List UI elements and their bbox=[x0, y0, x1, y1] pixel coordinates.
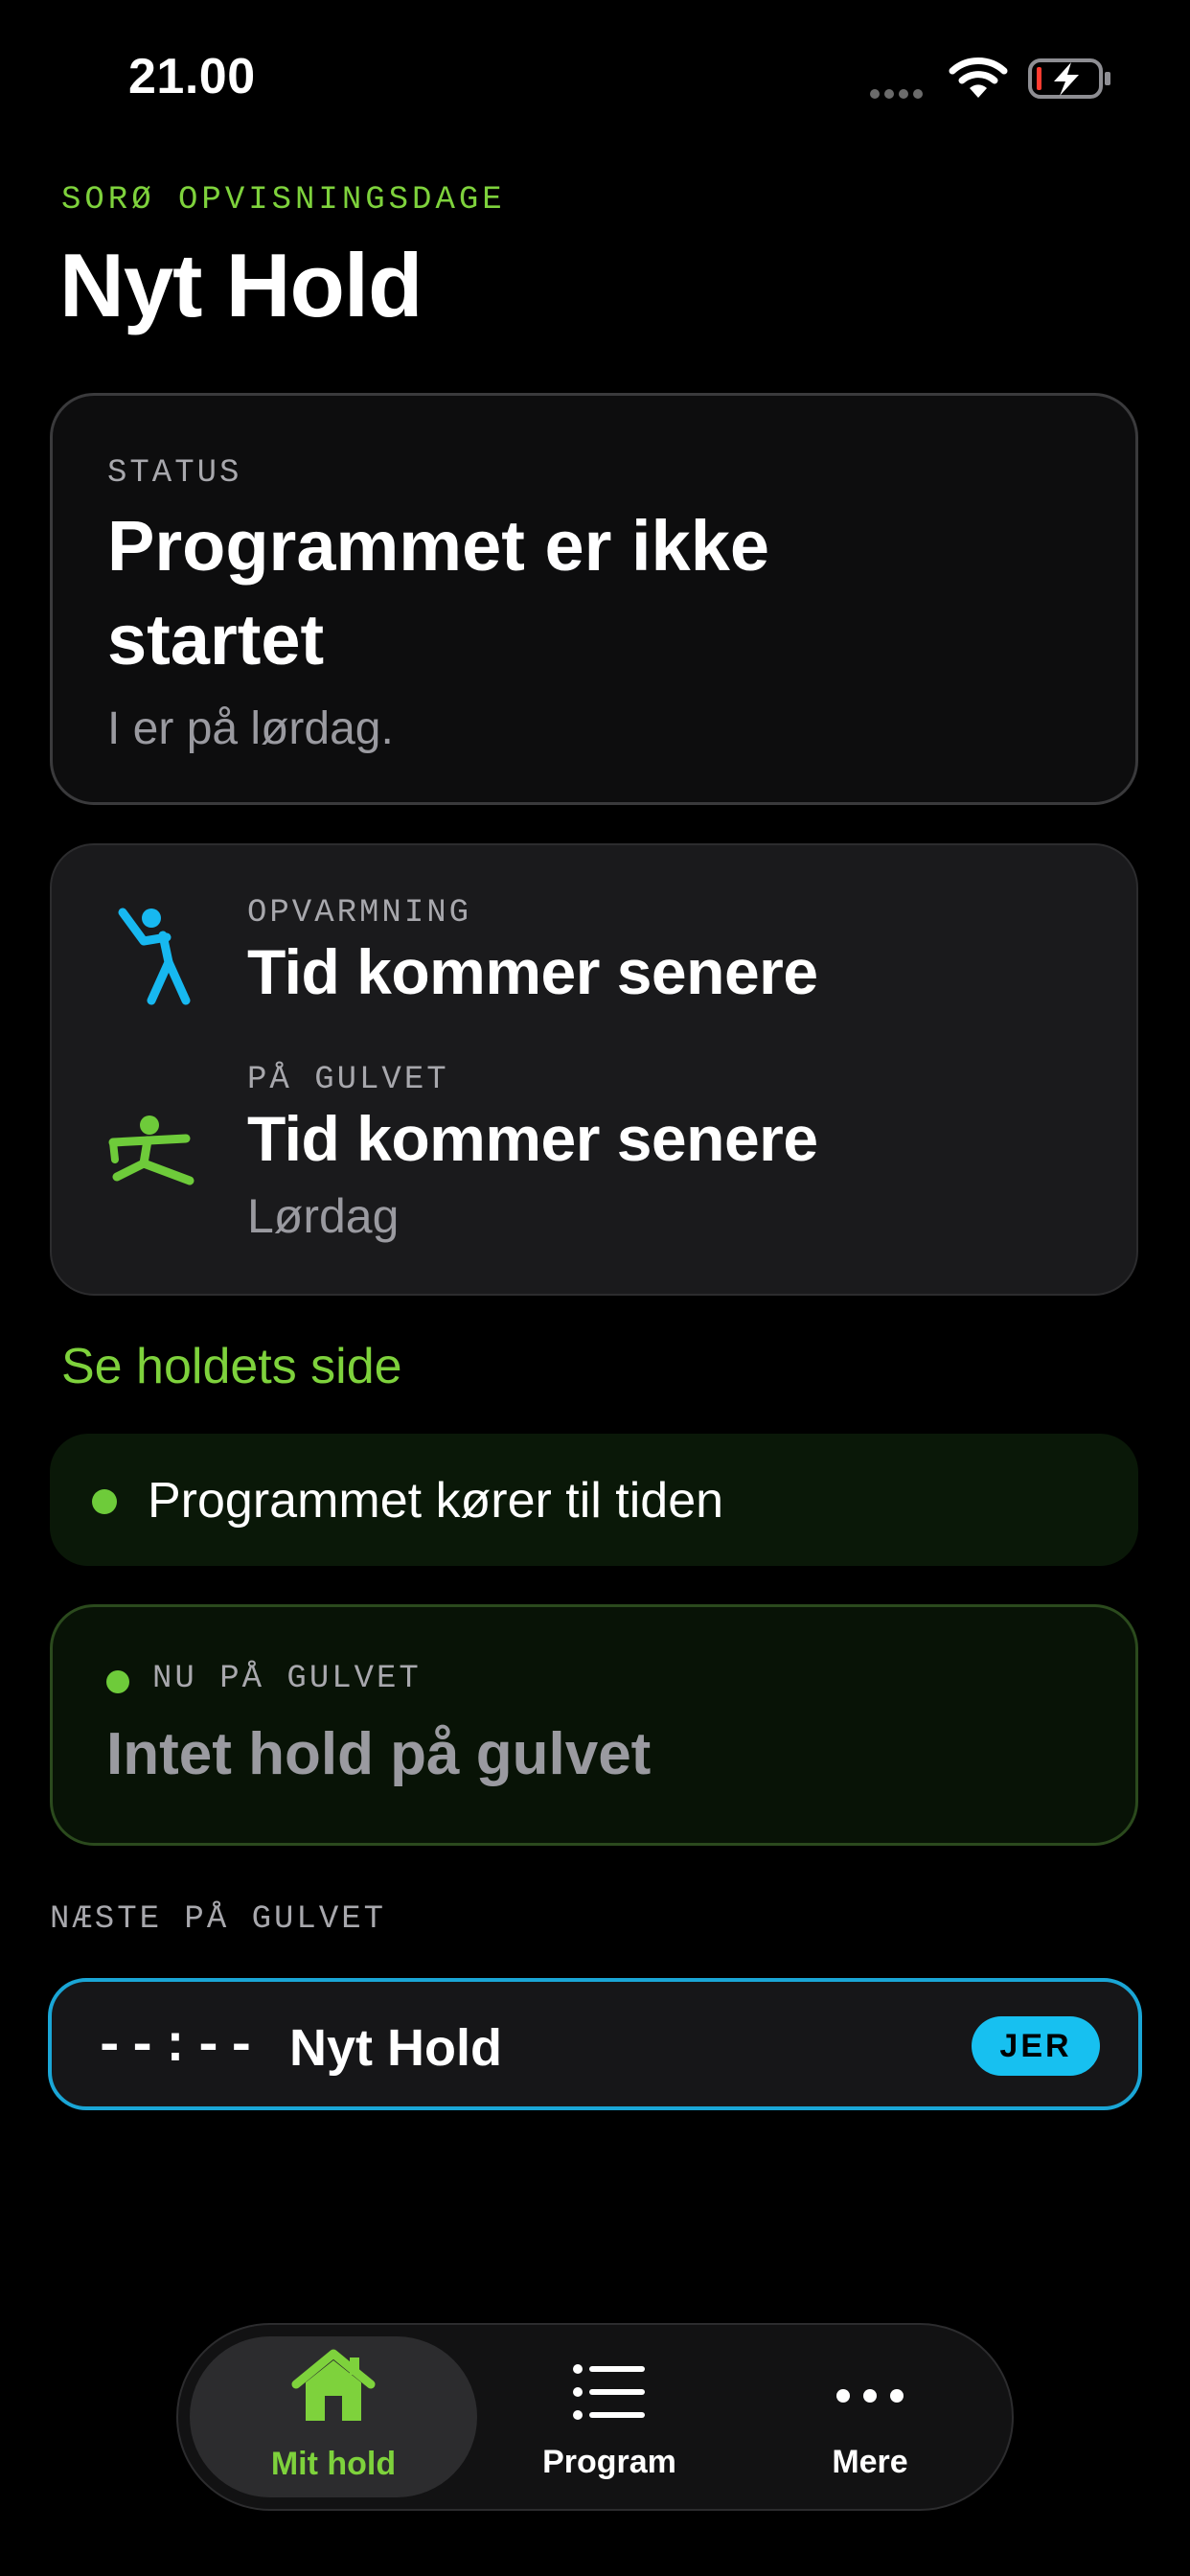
live-dot bbox=[106, 1670, 129, 1693]
home-icon bbox=[291, 2349, 376, 2421]
tab-label: Program bbox=[542, 2444, 676, 2480]
next-item-time: --:-- bbox=[94, 2018, 260, 2077]
gymnast-icon bbox=[105, 1114, 197, 1201]
stretch-icon bbox=[113, 905, 194, 1013]
tab-mere[interactable]: Mere bbox=[765, 2325, 975, 2509]
list-icon bbox=[573, 2364, 645, 2420]
floor-day: Lørdag bbox=[247, 1189, 400, 1243]
times-card: OPVARMNING Tid kommer senere PÅ GULVET T… bbox=[50, 843, 1138, 1296]
schedule-status-text: Programmet kører til tiden bbox=[148, 1473, 724, 1529]
now-on-floor-label: NU PÅ GULVET bbox=[152, 1661, 422, 1697]
wifi-icon bbox=[949, 56, 1008, 104]
warmup-time: Tid kommer senere bbox=[247, 936, 818, 1007]
team-page-link[interactable]: Se holdets side bbox=[61, 1338, 402, 1395]
now-on-floor-card: NU PÅ GULVET Intet hold på gulvet bbox=[50, 1604, 1138, 1846]
event-name: SORØ OPVISNINGSDAGE bbox=[61, 182, 506, 218]
floor-time: Tid kommer senere bbox=[247, 1103, 818, 1174]
cellular-signal-icon bbox=[870, 86, 927, 104]
next-on-floor-heading: NÆSTE PÅ GULVET bbox=[50, 1901, 387, 1938]
tab-mit-hold[interactable]: Mit hold bbox=[190, 2336, 477, 2497]
status-dot bbox=[92, 1489, 117, 1514]
status-subtext: I er på lørdag. bbox=[107, 703, 394, 754]
tab-label: Mit hold bbox=[270, 2446, 397, 2482]
status-bar-time: 21.00 bbox=[128, 49, 256, 104]
status-headline: Programmet er ikke startet bbox=[107, 506, 770, 679]
own-team-badge: JER bbox=[972, 2016, 1100, 2076]
status-label: STATUS bbox=[107, 455, 242, 492]
schedule-status-banner: Programmet kører til tiden bbox=[50, 1434, 1138, 1566]
now-on-floor-value: Intet hold på gulvet bbox=[106, 1721, 652, 1787]
warmup-label: OPVARMNING bbox=[247, 895, 472, 932]
floor-label: PÅ GULVET bbox=[247, 1062, 449, 1098]
tab-program[interactable]: Program bbox=[504, 2325, 715, 2509]
list-item[interactable]: --:-- Nyt Hold JER bbox=[48, 1978, 1142, 2110]
page-title: Nyt Hold bbox=[59, 235, 423, 335]
battery-charging-icon bbox=[1027, 58, 1113, 104]
tab-label: Mere bbox=[832, 2444, 908, 2480]
tab-bar: Mit hold Program Mere bbox=[176, 2323, 1014, 2511]
more-icon bbox=[836, 2389, 904, 2403]
next-item-team: Nyt Hold bbox=[289, 2019, 502, 2077]
status-card: STATUS Programmet er ikke startet I er p… bbox=[50, 393, 1138, 805]
